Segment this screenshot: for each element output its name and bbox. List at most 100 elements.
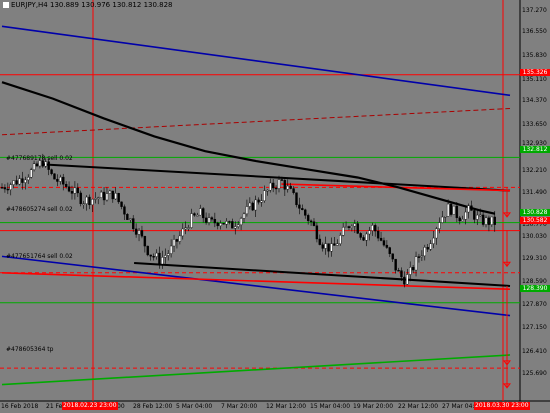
bear-candle	[289, 185, 292, 189]
bull-candle	[478, 214, 482, 217]
bear-candle	[193, 213, 196, 216]
time-tick: 5 Mar 04:00	[176, 403, 213, 410]
symbol-label: EURJPY,H4	[11, 1, 48, 9]
bear-candle	[126, 214, 129, 220]
bull-candle	[239, 218, 243, 226]
price-tick: 135.110	[522, 76, 547, 83]
bear-candle	[251, 202, 254, 211]
bear-candle	[47, 161, 50, 170]
bear-candle	[394, 258, 397, 271]
bear-candle	[292, 188, 295, 193]
bear-candle	[149, 254, 152, 257]
bear-candle	[21, 178, 24, 183]
bull-candle	[161, 257, 164, 265]
time-tick: 12 Mar 12:00	[266, 403, 307, 410]
price-tick: 130.030	[522, 233, 547, 240]
bear-candle	[470, 205, 473, 211]
bull-candle	[97, 197, 100, 199]
bull-candle	[429, 243, 432, 250]
bear-candle	[216, 222, 219, 227]
bear-candle	[79, 192, 82, 204]
bear-candle	[62, 176, 65, 185]
bear-candle	[146, 245, 149, 256]
bull-candle	[29, 169, 33, 178]
bull-candle	[164, 255, 167, 258]
price-tick: 129.310	[522, 255, 547, 262]
chart-menu-icon[interactable]	[3, 2, 9, 8]
bear-candle	[140, 230, 144, 237]
bull-candle	[446, 203, 450, 217]
bear-candle	[228, 221, 231, 223]
order-label[interactable]: #477689178 sell 0.02	[6, 155, 73, 162]
bear-candle	[201, 208, 205, 219]
bear-candle	[327, 243, 330, 252]
bear-candle	[379, 237, 383, 241]
bull-candle	[137, 230, 141, 235]
time-tick: 16 Feb 2018	[1, 403, 39, 410]
bear-candle	[283, 179, 287, 190]
bull-candle	[452, 205, 456, 215]
bear-candle	[481, 214, 485, 225]
open-value: 130.889	[50, 1, 79, 9]
order-label[interactable]: #478605274 sell 0.02	[6, 206, 73, 213]
bull-candle	[324, 243, 327, 249]
bear-candle	[487, 217, 491, 225]
bear-candle	[117, 193, 120, 203]
bear-candle	[53, 173, 56, 180]
bull-candle	[32, 163, 36, 170]
candlestick-chart[interactable]	[0, 0, 550, 413]
bull-candle	[263, 190, 266, 201]
price-tick: 125.690	[522, 370, 547, 377]
bull-candle	[368, 230, 371, 235]
bear-candle	[158, 252, 161, 265]
bear-candle	[385, 244, 389, 248]
bear-candle	[493, 216, 496, 225]
trendline	[1, 25, 511, 97]
bear-candle	[318, 238, 322, 245]
bear-candle	[301, 208, 304, 211]
bull-candle	[129, 218, 132, 220]
bear-candle	[271, 182, 275, 189]
bear-candle	[280, 179, 284, 181]
time-axis[interactable]: 16 Feb 2018 21 Feb 00 28 Feb 12:00 5 Mar…	[0, 401, 550, 413]
bear-candle	[458, 217, 461, 222]
bull-candle	[225, 221, 228, 225]
price-axis[interactable]: 137.270 136.550 135.830 135.110 134.370 …	[520, 0, 550, 401]
bull-candle	[344, 226, 348, 228]
bear-candle	[388, 247, 391, 254]
price-badge-green: 128.390	[520, 285, 550, 292]
price-tick: 126.410	[522, 348, 547, 355]
bear-candle	[359, 233, 362, 238]
bear-candle	[123, 206, 126, 215]
bear-candle	[403, 276, 406, 285]
bear-candle	[70, 191, 74, 194]
order-label[interactable]: #477651764 sell 0.02	[6, 253, 73, 260]
price-tick: 128.590	[522, 278, 547, 285]
price-tick: 127.150	[522, 324, 547, 331]
bear-candle	[333, 243, 336, 246]
bear-candle	[213, 218, 217, 224]
bear-candle	[111, 190, 114, 200]
trendline	[1, 255, 511, 317]
price-badge-red: 135.326	[520, 69, 550, 76]
bull-candle	[353, 223, 357, 227]
bull-candle	[73, 187, 77, 194]
chart-header: EURJPY,H4 130.889 130.976 130.812 130.82…	[3, 1, 173, 10]
bear-candle	[15, 180, 18, 185]
bull-candle	[91, 199, 94, 206]
bear-candle	[473, 210, 476, 220]
bull-candle	[443, 216, 447, 218]
bull-candle	[464, 211, 467, 220]
bear-candle	[152, 256, 155, 258]
bear-candle	[449, 203, 453, 215]
price-tick: 135.830	[522, 52, 547, 59]
order-label[interactable]: #478605364 tp	[6, 346, 53, 353]
price-tick: 132.210	[522, 167, 547, 174]
moving-average-line	[1, 81, 495, 215]
bull-candle	[196, 214, 199, 217]
bull-candle	[420, 255, 424, 258]
bull-candle	[234, 226, 237, 229]
bear-candle	[0, 187, 4, 189]
bear-candle	[56, 178, 59, 182]
bear-candle	[306, 215, 310, 222]
